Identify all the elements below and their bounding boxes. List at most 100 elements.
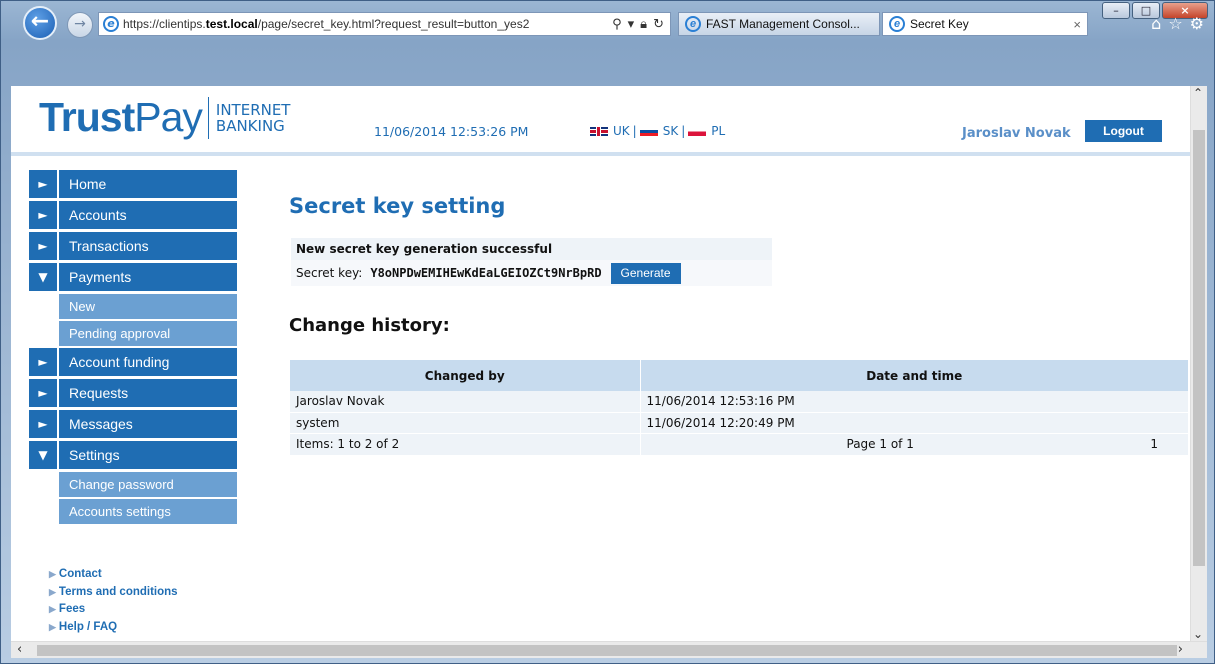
logo-separator — [207, 96, 209, 139]
sidebar-item-label: Home — [59, 170, 237, 198]
lang-pl[interactable]: PL — [711, 124, 725, 138]
sidebar-item-label: Accounts — [59, 201, 237, 229]
arrow-right-icon: ► — [29, 170, 57, 198]
secret-key-panel: New secret key generation successful Sec… — [291, 238, 772, 286]
scroll-right-icon[interactable]: › — [1178, 642, 1183, 657]
sidebar-item-label: Settings — [59, 441, 237, 469]
sidebar-item-payments[interactable]: ▼ Payments — [29, 263, 237, 291]
change-history-table: Changed by Date and time Jaroslav Novak … — [290, 360, 1189, 456]
uk-flag-icon — [590, 126, 608, 136]
forward-button[interactable]: → — [67, 12, 93, 38]
lang-separator: | — [632, 124, 637, 138]
sidebar-item-requests[interactable]: ► Requests — [29, 379, 237, 407]
lang-separator: | — [681, 124, 686, 138]
secret-key-value: Y8oNPDwEMIHEwKdEaLGEIOZCt9NrBpRD — [370, 266, 602, 280]
arrow-right-icon: ► — [29, 410, 57, 438]
column-header-date-time[interactable]: Date and time — [640, 360, 1189, 391]
scroll-up-icon[interactable]: ⌃ — [1193, 86, 1203, 100]
scroll-down-icon[interactable]: ⌄ — [1193, 627, 1203, 641]
secret-key-label: Secret key: — [296, 266, 363, 280]
arrow-right-icon: ► — [29, 232, 57, 260]
table-header-row: Changed by Date and time — [290, 360, 1189, 391]
sidebar-subitem-accounts-settings[interactable]: Accounts settings — [59, 499, 237, 524]
main-content: Secret key setting New secret key genera… — [289, 194, 1189, 456]
pl-flag-icon — [688, 126, 707, 136]
arrow-down-icon: ▼ — [29, 441, 57, 469]
footer-links: ▶ Contact ▶ Terms and conditions ▶ Fees ▶ He… — [49, 566, 178, 636]
sidebar-item-settings[interactable]: ▼ Settings — [29, 441, 237, 469]
secret-key-row: Secret key: Y8oNPDwEMIHEwKdEaLGEIOZCt9Nr… — [291, 260, 772, 286]
success-message: New secret key generation successful — [296, 242, 553, 256]
vertical-scrollbar[interactable]: ⌃ ⌄ — [1190, 86, 1207, 641]
arrow-right-icon: ► — [29, 348, 57, 376]
close-tab-icon[interactable]: × — [1073, 17, 1081, 32]
sidebar-subitem-change-password[interactable]: Change password — [59, 472, 237, 497]
arrow-down-icon: ▼ — [29, 263, 57, 291]
vertical-scroll-thumb[interactable] — [1193, 130, 1205, 566]
sidebar-subitem-new[interactable]: New — [59, 294, 237, 319]
sidebar-subitem-pending-approval[interactable]: Pending approval — [59, 321, 237, 346]
items-count: Items: 1 to 2 of 2 — [290, 433, 641, 456]
tab-secret-key[interactable]: e Secret Key × — [882, 12, 1088, 36]
back-button[interactable]: ← — [23, 6, 57, 40]
change-history-heading: Change history: — [289, 315, 450, 336]
footer-link-contact[interactable]: ▶ Contact — [49, 566, 178, 584]
arrow-right-icon: ► — [29, 379, 57, 407]
address-bar[interactable]: e https://clientips.test.local/page/secr… — [98, 12, 671, 36]
home-icon[interactable]: ⌂ — [1151, 14, 1161, 33]
toolbar-icons: ⌂ ☆ ⚙ — [1151, 14, 1204, 33]
horizontal-scrollbar[interactable]: ‹ › — [11, 641, 1207, 658]
logo-internet-banking: INTERNET BANKING — [215, 100, 291, 135]
ie-icon: e — [103, 16, 119, 32]
dropdown-icon[interactable]: ▾ — [628, 17, 635, 32]
cell-date-time: 11/06/2014 12:20:49 PM — [640, 412, 1189, 434]
sidebar-item-home[interactable]: ► Home — [29, 170, 237, 198]
sidebar-item-messages[interactable]: ► Messages — [29, 410, 237, 438]
tab-fast-management[interactable]: e FAST Management Consol... — [678, 12, 880, 36]
horizontal-scroll-thumb[interactable] — [37, 645, 1177, 656]
logo-trust-text: Trust — [39, 94, 135, 140]
generate-button[interactable]: Generate — [610, 262, 681, 284]
header-datetime: 11/06/2014 12:53:26 PM — [374, 124, 529, 139]
logout-button[interactable]: Logout — [1085, 120, 1162, 142]
footer-link-help[interactable]: ▶ Help / FAQ — [49, 619, 178, 637]
column-header-changed-by[interactable]: Changed by — [290, 360, 641, 391]
refresh-icon[interactable]: ↻ — [653, 17, 664, 32]
lang-sk[interactable]: SK — [663, 124, 679, 138]
sidebar-item-label: Requests — [59, 379, 237, 407]
sidebar-item-account-funding[interactable]: ► Account funding — [29, 348, 237, 376]
arrow-right-icon: ▶ — [49, 569, 56, 579]
scroll-left-icon[interactable]: ‹ — [17, 642, 22, 657]
sk-flag-icon — [639, 126, 658, 136]
footer-link-fees[interactable]: ▶ Fees — [49, 601, 178, 619]
ie-icon: e — [889, 16, 905, 32]
lang-uk[interactable]: UK — [613, 124, 630, 138]
sidebar-item-transactions[interactable]: ► Transactions — [29, 232, 237, 260]
ie-icon: e — [685, 16, 701, 32]
logo-pay-text: Pay — [134, 94, 203, 140]
sidebar-nav: ► Home ► Accounts ► Transactions ▼ Payme… — [29, 170, 237, 526]
tab-label: FAST Management Consol... — [706, 17, 860, 31]
footer-link-terms[interactable]: ▶ Terms and conditions — [49, 584, 178, 602]
tab-label: Secret Key — [910, 17, 969, 31]
trustpay-logo[interactable]: Trust Pay INTERNET BANKING — [39, 94, 290, 141]
site-header: Trust Pay INTERNET BANKING 11/06/2014 12:5… — [11, 86, 1190, 156]
url-text[interactable]: https://clientips.test.local/page/secret… — [123, 17, 606, 31]
page-info: Page 1 of 1 — [846, 437, 914, 451]
minimize-button[interactable]: – — [1102, 2, 1130, 19]
page-number-link[interactable]: 1 — [1150, 437, 1188, 451]
favorites-icon[interactable]: ☆ — [1168, 14, 1182, 33]
search-icon[interactable]: ⚲ — [612, 17, 622, 32]
arrow-right-icon: ► — [29, 201, 57, 229]
cell-changed-by: Jaroslav Novak — [290, 391, 641, 413]
language-switcher: UK | SK | PL — [590, 124, 725, 138]
lock-icon[interactable]: 🔒︎ — [640, 17, 647, 32]
user-name[interactable]: Jaroslav Novak — [962, 126, 1071, 141]
table-pager-row: Items: 1 to 2 of 2 Page 1 of 1 1 — [290, 433, 1189, 456]
sidebar-item-accounts[interactable]: ► Accounts — [29, 201, 237, 229]
arrow-right-icon: ▶ — [49, 621, 56, 632]
sidebar-item-label: Transactions — [59, 232, 237, 260]
gear-icon[interactable]: ⚙ — [1190, 14, 1204, 33]
sidebar-item-label: Account funding — [59, 348, 237, 376]
page-viewport: Trust Pay INTERNET BANKING 11/06/2014 12:5… — [11, 86, 1207, 658]
